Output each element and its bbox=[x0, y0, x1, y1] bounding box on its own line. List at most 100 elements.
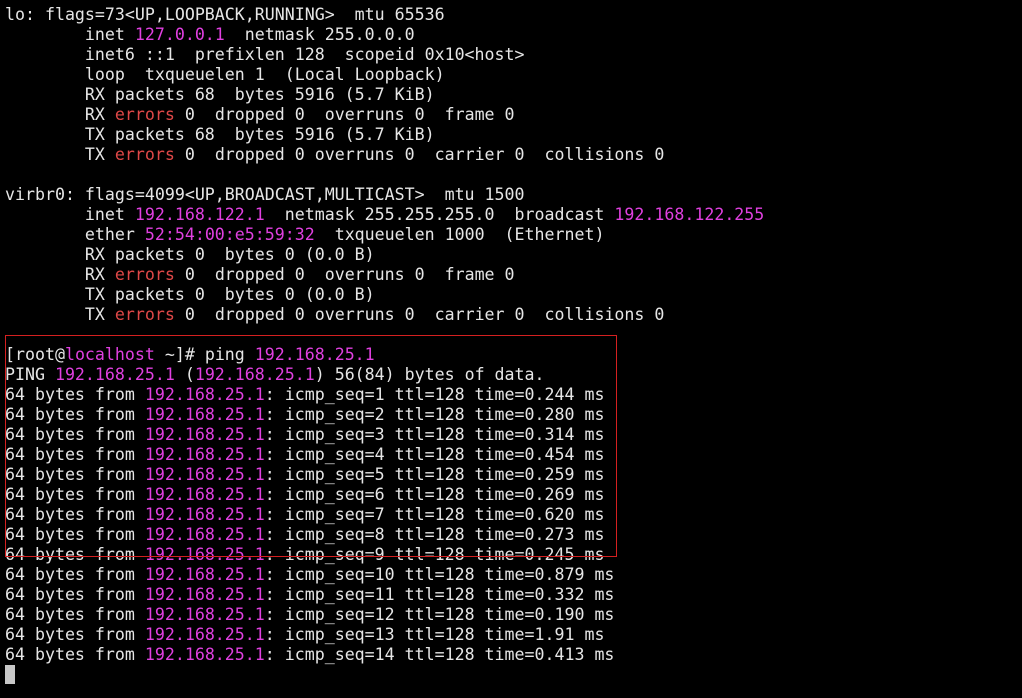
text-segment: inet bbox=[5, 205, 135, 224]
text-segment: : icmp_seq=4 ttl=128 time=0.454 ms bbox=[264, 445, 605, 464]
terminal-output: lo: flags=73<UP,LOOPBACK,RUNNING> mtu 65… bbox=[5, 5, 1022, 665]
text-segment: netmask 255.0.0.0 bbox=[224, 25, 415, 44]
text-segment: : icmp_seq=6 ttl=128 time=0.269 ms bbox=[264, 485, 605, 504]
terminal-line: inet 192.168.122.1 netmask 255.255.255.0… bbox=[5, 205, 1022, 225]
terminal-line: 64 bytes from 192.168.25.1: icmp_seq=8 t… bbox=[5, 525, 1022, 545]
error-keyword: errors bbox=[114, 145, 175, 164]
highlighted-value: 192.168.122.1 bbox=[134, 205, 265, 224]
terminal-line: RX packets 0 bytes 0 (0.0 B) bbox=[5, 245, 1022, 265]
text-segment: : icmp_seq=10 ttl=128 time=0.879 ms bbox=[264, 565, 615, 584]
text-segment: : icmp_seq=13 ttl=128 time=1.91 ms bbox=[264, 625, 605, 644]
terminal-line: 64 bytes from 192.168.25.1: icmp_seq=9 t… bbox=[5, 545, 1022, 565]
highlighted-value: 192.168.25.1 bbox=[144, 565, 265, 584]
text-segment: 64 bytes from bbox=[5, 465, 145, 484]
text-segment: TX bbox=[5, 305, 115, 324]
highlighted-value: 192.168.25.1 bbox=[144, 405, 265, 424]
text-segment: : icmp_seq=11 ttl=128 time=0.332 ms bbox=[264, 585, 615, 604]
terminal-line: RX errors 0 dropped 0 overruns 0 frame 0 bbox=[5, 105, 1022, 125]
text-segment: : icmp_seq=14 ttl=128 time=0.413 ms bbox=[264, 645, 615, 664]
terminal-line: [root@localhost ~]# ping 192.168.25.1 bbox=[5, 345, 1022, 365]
highlighted-value: localhost bbox=[64, 345, 155, 364]
terminal-line: 64 bytes from 192.168.25.1: icmp_seq=7 t… bbox=[5, 505, 1022, 525]
text-segment: : icmp_seq=3 ttl=128 time=0.314 ms bbox=[264, 425, 605, 444]
highlighted-value: 192.168.25.1 bbox=[144, 585, 265, 604]
text-segment: 64 bytes from bbox=[5, 505, 145, 524]
text-segment: ~]# ping bbox=[154, 345, 255, 364]
error-keyword: errors bbox=[114, 105, 175, 124]
terminal-line: PING 192.168.25.1 (192.168.25.1) 56(84) … bbox=[5, 365, 1022, 385]
highlighted-value: 192.168.25.1 bbox=[144, 505, 265, 524]
text-segment: : icmp_seq=9 ttl=128 time=0.245 ms bbox=[264, 545, 605, 564]
text-segment: TX packets 68 bytes 5916 (5.7 KiB) bbox=[5, 125, 435, 144]
terminal-line: 64 bytes from 192.168.25.1: icmp_seq=4 t… bbox=[5, 445, 1022, 465]
terminal-line: 64 bytes from 192.168.25.1: icmp_seq=11 … bbox=[5, 585, 1022, 605]
terminal-line: loop txqueuelen 1 (Local Loopback) bbox=[5, 65, 1022, 85]
text-segment: 64 bytes from bbox=[5, 385, 145, 404]
terminal-line: 64 bytes from 192.168.25.1: icmp_seq=14 … bbox=[5, 645, 1022, 665]
highlighted-value: 127.0.0.1 bbox=[134, 25, 225, 44]
terminal-line: 64 bytes from 192.168.25.1: icmp_seq=1 t… bbox=[5, 385, 1022, 405]
terminal-line: 64 bytes from 192.168.25.1: icmp_seq=13 … bbox=[5, 625, 1022, 645]
highlighted-value: 192.168.25.1 bbox=[194, 365, 315, 384]
text-segment: 64 bytes from bbox=[5, 545, 145, 564]
text-segment: ) 56(84) bytes of data. bbox=[314, 365, 545, 384]
terminal-line: ether 52:54:00:e5:59:32 txqueuelen 1000 … bbox=[5, 225, 1022, 245]
text-segment: txqueuelen 1000 (Ethernet) bbox=[314, 225, 605, 244]
terminal-line: TX packets 68 bytes 5916 (5.7 KiB) bbox=[5, 125, 1022, 145]
terminal-window[interactable]: lo: flags=73<UP,LOOPBACK,RUNNING> mtu 65… bbox=[0, 0, 1022, 698]
terminal-line: lo: flags=73<UP,LOOPBACK,RUNNING> mtu 65… bbox=[5, 5, 1022, 25]
text-segment: ether bbox=[5, 225, 145, 244]
text-segment: 0 dropped 0 overruns 0 carrier 0 collisi… bbox=[174, 145, 665, 164]
text-segment: 64 bytes from bbox=[5, 585, 145, 604]
terminal-line: 64 bytes from 192.168.25.1: icmp_seq=3 t… bbox=[5, 425, 1022, 445]
text-segment: TX bbox=[5, 145, 115, 164]
text-segment: 64 bytes from bbox=[5, 625, 145, 644]
terminal-line: TX packets 0 bytes 0 (0.0 B) bbox=[5, 285, 1022, 305]
text-segment: 0 dropped 0 overruns 0 frame 0 bbox=[174, 265, 515, 284]
terminal-line: 64 bytes from 192.168.25.1: icmp_seq=2 t… bbox=[5, 405, 1022, 425]
terminal-line: 64 bytes from 192.168.25.1: icmp_seq=5 t… bbox=[5, 465, 1022, 485]
highlighted-value: 192.168.25.1 bbox=[144, 525, 265, 544]
error-keyword: errors bbox=[114, 305, 175, 324]
terminal-line: inet 127.0.0.1 netmask 255.0.0.0 bbox=[5, 25, 1022, 45]
highlighted-value: 192.168.25.1 bbox=[144, 645, 265, 664]
highlighted-value: 192.168.25.1 bbox=[254, 345, 375, 364]
highlighted-value: 192.168.122.255 bbox=[614, 205, 765, 224]
text-segment: : icmp_seq=5 ttl=128 time=0.259 ms bbox=[264, 465, 605, 484]
text-segment: inet6 ::1 prefixlen 128 scopeid 0x10<hos… bbox=[5, 45, 525, 64]
text-segment: : icmp_seq=12 ttl=128 time=0.190 ms bbox=[264, 605, 615, 624]
text-segment: PING bbox=[5, 365, 55, 384]
highlighted-value: 192.168.25.1 bbox=[144, 605, 265, 624]
text-segment: inet bbox=[5, 25, 135, 44]
terminal-line: 64 bytes from 192.168.25.1: icmp_seq=12 … bbox=[5, 605, 1022, 625]
cursor-block bbox=[5, 665, 15, 684]
text-segment: : icmp_seq=7 ttl=128 time=0.620 ms bbox=[264, 505, 605, 524]
error-keyword: errors bbox=[114, 265, 175, 284]
text-segment: RX packets 0 bytes 0 (0.0 B) bbox=[5, 245, 375, 264]
text-segment: : icmp_seq=1 ttl=128 time=0.244 ms bbox=[264, 385, 605, 404]
terminal-line: RX packets 68 bytes 5916 (5.7 KiB) bbox=[5, 85, 1022, 105]
text-segment: virbr0: flags=4099<UP,BROADCAST,MULTICAS… bbox=[5, 185, 525, 204]
text-segment: 64 bytes from bbox=[5, 605, 145, 624]
text-segment: lo: flags=73<UP,LOOPBACK,RUNNING> mtu 65… bbox=[5, 5, 445, 24]
highlighted-value: 192.168.25.1 bbox=[144, 445, 265, 464]
highlighted-value: 192.168.25.1 bbox=[144, 545, 265, 564]
text-segment: [root@ bbox=[5, 345, 65, 364]
highlighted-value: 192.168.25.1 bbox=[144, 485, 265, 504]
terminal-line: inet6 ::1 prefixlen 128 scopeid 0x10<hos… bbox=[5, 45, 1022, 65]
prompt-line[interactable] bbox=[5, 665, 1022, 685]
text-segment: : icmp_seq=8 ttl=128 time=0.273 ms bbox=[264, 525, 605, 544]
terminal-line: TX errors 0 dropped 0 overruns 0 carrier… bbox=[5, 145, 1022, 165]
text-segment: ( bbox=[174, 365, 195, 384]
highlighted-value: 192.168.25.1 bbox=[144, 625, 265, 644]
text-segment: netmask 255.255.255.0 broadcast bbox=[264, 205, 615, 224]
text-segment: 64 bytes from bbox=[5, 485, 145, 504]
highlighted-value: 52:54:00:e5:59:32 bbox=[144, 225, 315, 244]
text-segment: 64 bytes from bbox=[5, 565, 145, 584]
text-segment: RX bbox=[5, 265, 115, 284]
highlighted-value: 192.168.25.1 bbox=[144, 465, 265, 484]
text-segment: 64 bytes from bbox=[5, 525, 145, 544]
terminal-line: 64 bytes from 192.168.25.1: icmp_seq=6 t… bbox=[5, 485, 1022, 505]
